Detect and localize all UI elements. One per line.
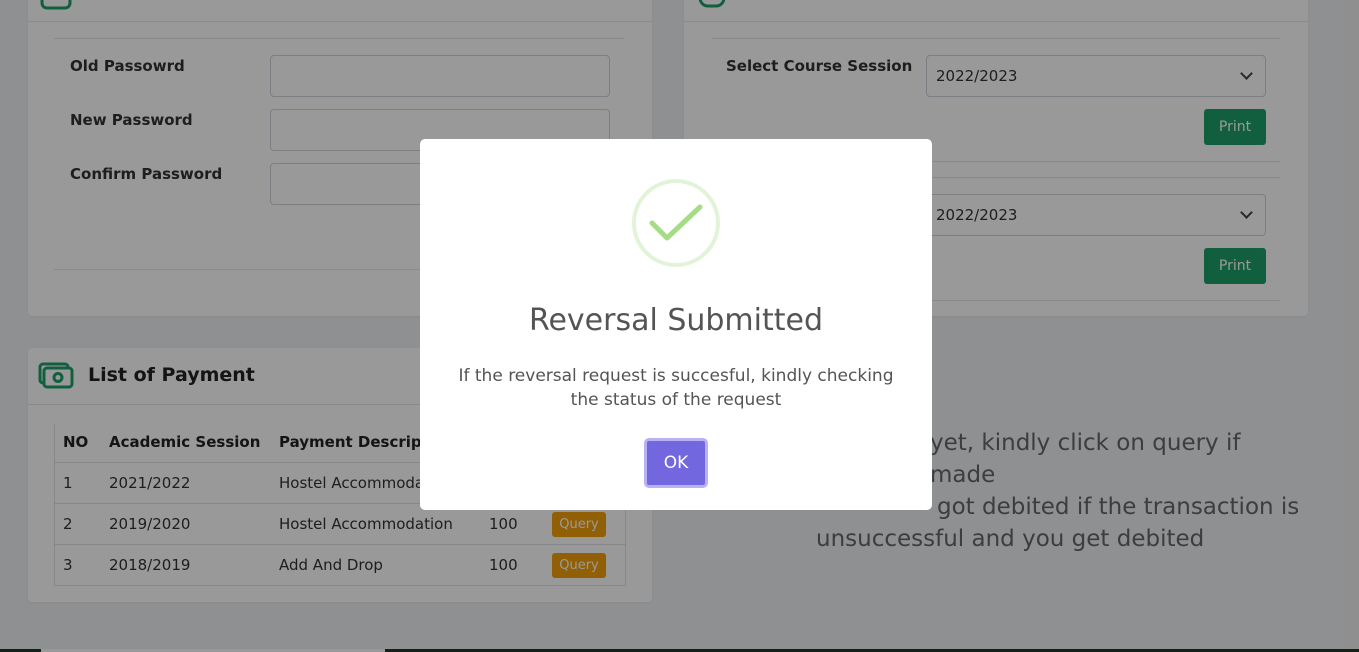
dialog-title: Reversal Submitted bbox=[528, 303, 824, 338]
ok-button[interactable]: OK bbox=[644, 438, 708, 488]
success-check-icon bbox=[632, 179, 720, 267]
dialog-message: If the reversal request is succesful, ki… bbox=[458, 366, 894, 410]
success-dialog: Reversal Submitted If the reversal reque… bbox=[420, 139, 932, 510]
